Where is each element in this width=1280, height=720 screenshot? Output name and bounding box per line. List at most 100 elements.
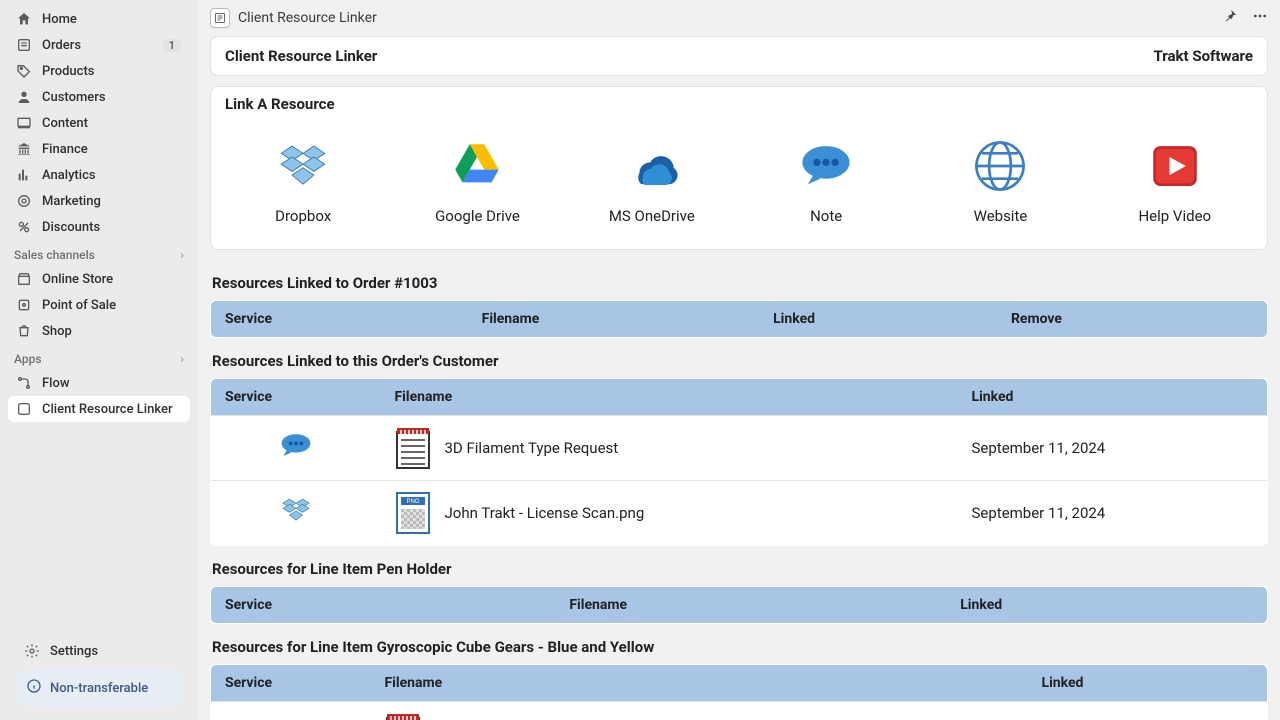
discounts-icon — [16, 219, 32, 235]
chevron-right-icon: › — [180, 352, 184, 366]
home-icon — [16, 11, 32, 27]
col-service: Service — [211, 301, 468, 338]
link-label: MS OneDrive — [609, 207, 695, 225]
svg-text:PNG: PNG — [406, 499, 419, 505]
col-filename: Filename — [555, 587, 946, 624]
orders-badge: 1 — [162, 39, 182, 52]
nav-shop[interactable]: Shop — [8, 318, 190, 344]
nav-products[interactable]: Products — [8, 58, 190, 84]
col-service: Service — [211, 379, 381, 416]
table-row[interactable]: 3D Filament Manufacturer September 12, 2… — [211, 702, 1268, 720]
nav-finance[interactable]: Finance — [8, 136, 190, 162]
nav-label: Settings — [50, 644, 98, 659]
line1-table-title: Resources for Line Item Pen Holder — [210, 546, 1268, 586]
linked-date: September 11, 2024 — [958, 416, 1268, 481]
video-icon — [1146, 137, 1204, 195]
pin-icon[interactable] — [1222, 8, 1238, 28]
apps-header[interactable]: Apps › — [0, 344, 198, 370]
app-icon — [16, 401, 32, 417]
col-service: Service — [211, 587, 556, 624]
customer-table-title: Resources Linked to this Order's Custome… — [210, 338, 1268, 378]
globe-icon — [971, 137, 1029, 195]
store-icon — [16, 271, 32, 287]
table-row[interactable]: 3D Filament Type Request September 11, 2… — [211, 416, 1268, 481]
customers-icon — [16, 89, 32, 105]
nav-discounts[interactable]: Discounts — [8, 214, 190, 240]
link-onedrive[interactable]: MS OneDrive — [577, 137, 727, 225]
nav-orders[interactable]: Orders 1 — [8, 32, 190, 58]
col-filename: Filename — [381, 379, 958, 416]
more-icon[interactable] — [1252, 8, 1268, 28]
col-linked: Linked — [946, 587, 1267, 624]
line2-table: Service Filename Linked 3D Filament Manu… — [210, 664, 1268, 720]
nav-customers[interactable]: Customers — [8, 84, 190, 110]
nav-home[interactable]: Home — [8, 6, 190, 32]
topbar-title: Client Resource Linker — [238, 10, 377, 26]
topbar: Client Resource Linker — [198, 0, 1280, 36]
nav-online-store[interactable]: Online Store — [8, 266, 190, 292]
link-google-drive[interactable]: Google Drive — [402, 137, 552, 225]
nav-label: Analytics — [42, 168, 96, 183]
note-icon — [797, 137, 855, 195]
nav-client-resource-linker[interactable]: Client Resource Linker — [8, 396, 190, 422]
chevron-right-icon: › — [180, 248, 184, 262]
sidebar: Home Orders 1 Products Customers Content… — [0, 0, 198, 720]
link-label: Website — [974, 207, 1028, 225]
app-header-icon — [210, 8, 230, 28]
products-icon — [16, 63, 32, 79]
link-resource-card: Link A Resource Dropbox Google Drive MS … — [210, 86, 1268, 250]
note-service-icon — [275, 430, 317, 462]
orders-icon — [16, 37, 32, 53]
nav-label: Client Resource Linker — [42, 402, 173, 417]
filename: John Trakt - License Scan.png — [445, 504, 645, 522]
link-dropbox[interactable]: Dropbox — [228, 137, 378, 225]
order-table: Service Filename Linked Remove — [210, 300, 1268, 338]
nav-pos[interactable]: Point of Sale — [8, 292, 190, 318]
main: Client Resource Linker Client Resource L… — [198, 0, 1280, 720]
col-remove: Remove — [997, 301, 1268, 338]
link-website[interactable]: Website — [925, 137, 1075, 225]
png-file-icon: PNG — [395, 491, 431, 535]
marketing-icon — [16, 193, 32, 209]
nav-label: Finance — [42, 142, 88, 157]
section-label: Sales channels — [14, 248, 95, 262]
nav-label: Point of Sale — [42, 298, 116, 313]
note-service-icon — [270, 716, 312, 720]
link-section-title: Link A Resource — [211, 87, 1267, 119]
content-icon — [16, 115, 32, 131]
nav-label: Content — [42, 116, 88, 131]
sales-channels-header[interactable]: Sales channels › — [0, 240, 198, 266]
table-row[interactable]: PNG John Trakt - License Scan.png Septem… — [211, 481, 1268, 546]
gear-icon — [24, 643, 40, 659]
info-icon — [26, 678, 42, 698]
col-filename: Filename — [371, 665, 1028, 702]
nav-label: Flow — [42, 376, 70, 391]
analytics-icon — [16, 167, 32, 183]
line1-table: Service Filename Linked — [210, 586, 1268, 624]
nav-content[interactable]: Content — [8, 110, 190, 136]
col-linked: Linked — [759, 301, 997, 338]
nav-label: Home — [42, 12, 77, 27]
shop-icon — [16, 323, 32, 339]
nav-label: Discounts — [42, 220, 100, 235]
nav-analytics[interactable]: Analytics — [8, 162, 190, 188]
nav-flow[interactable]: Flow — [8, 370, 190, 396]
link-label: Dropbox — [275, 207, 331, 225]
nav-label: Customers — [42, 90, 106, 105]
main-nav: Home Orders 1 Products Customers Content… — [0, 6, 198, 240]
nav-settings[interactable]: Settings — [16, 638, 182, 664]
page-title: Client Resource Linker — [225, 47, 377, 65]
link-help-video[interactable]: Help Video — [1100, 137, 1250, 225]
link-note[interactable]: Note — [751, 137, 901, 225]
footer-pill-text: Non-transferable — [50, 681, 148, 696]
pos-icon — [16, 297, 32, 313]
order-table-title: Resources Linked to Order #1003 — [210, 260, 1268, 300]
nav-label: Marketing — [42, 194, 101, 209]
nav-label: Shop — [42, 324, 72, 339]
channels-nav: Online Store Point of Sale Shop — [0, 266, 198, 344]
header-card: Client Resource Linker Trakt Software — [210, 36, 1268, 76]
dropbox-service-icon — [275, 495, 317, 527]
nav-marketing[interactable]: Marketing — [8, 188, 190, 214]
linked-date: September 11, 2024 — [958, 481, 1268, 546]
notepad-file-icon — [395, 426, 431, 470]
